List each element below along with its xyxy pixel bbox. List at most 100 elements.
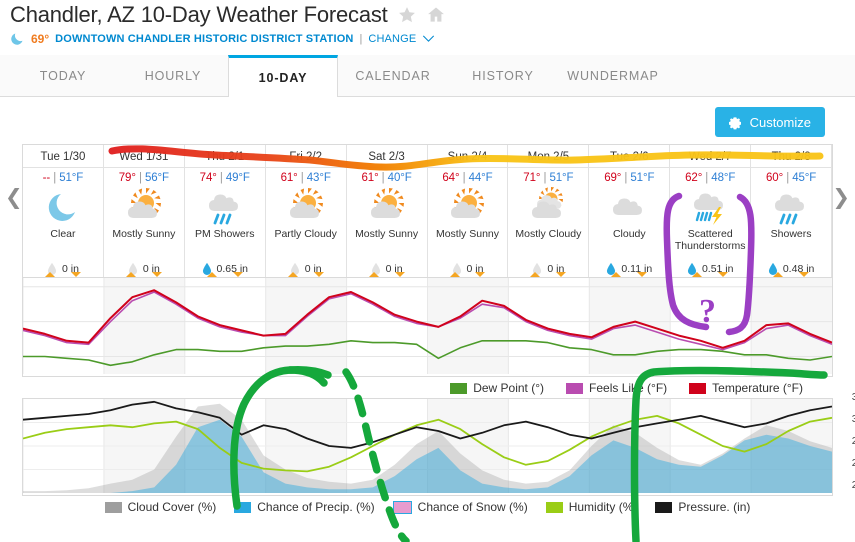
forecast-day-column[interactable]: Wed 2/7 62° | 48°F Scattered Thunderstorms… (670, 145, 752, 277)
tab-bar: TODAY HOURLY 10-DAY CALENDAR HISTORY WUNDERMA… (0, 55, 855, 97)
legend-item[interactable]: Chance of Precip. (%) (234, 500, 375, 514)
forecast-day-name: Sun 2/4 (427, 148, 508, 168)
customize-button[interactable]: Customize (714, 107, 825, 137)
forecast-icon-box (526, 186, 570, 228)
station-name[interactable]: DOWNTOWN CHANDLER HISTORIC DISTRICT STAT… (55, 33, 353, 45)
forecast-day-name: Wed 2/7 (670, 148, 751, 168)
forecast-day-column[interactable]: Thu 2/1 74° | 49°F PM Showers 0.65 in (184, 145, 266, 277)
sun-markers (589, 272, 669, 277)
forecast-high: 61° (280, 172, 298, 184)
forecast-day-column[interactable]: Thu 2/8 60° | 45°F Showers 0.48 in (751, 145, 833, 277)
forecast-day-temps: 60° | 45°F (766, 168, 816, 185)
tab-today[interactable]: TODAY (8, 55, 118, 96)
tab-10-day[interactable]: 10-DAY (228, 55, 338, 97)
change-station-link[interactable]: CHANGE (368, 33, 416, 45)
sunset-marker-icon (151, 272, 162, 277)
legend-swatch (689, 382, 707, 394)
legend-swatch (392, 500, 412, 514)
sunset-marker-icon (313, 272, 324, 277)
thunderstorm-icon (694, 193, 724, 225)
conditions-chart-block: 100% 75% 50% 25% 0% 30.15 30.05 29.95 29… (22, 391, 855, 516)
forecast-icon-box (769, 186, 813, 228)
rain-cloud-icon (775, 194, 805, 225)
legend-item[interactable]: Temperature (°F) (689, 381, 803, 395)
temp-separator: | (783, 172, 793, 184)
legend-item[interactable]: Pressure. (in) (655, 500, 750, 514)
forecast-low: 48°F (711, 172, 736, 184)
forecast-day-column[interactable]: Mon 2/5 71° | 51°F Mostly Cloudy 0 in (508, 145, 590, 277)
star-icon[interactable] (397, 5, 417, 25)
page-header: Chandler, AZ 10-Day Weather Forecast 69°… (0, 0, 855, 46)
sunrise-marker-icon (530, 272, 541, 277)
sun-behind-cloud-icon (532, 187, 564, 218)
moon-clear-icon (48, 194, 75, 221)
sunrise-marker-icon (692, 272, 703, 277)
sun-markers (104, 272, 184, 277)
forecast-icon-box (203, 186, 247, 228)
tab-history[interactable]: HISTORY (448, 55, 558, 96)
tab-wundermap[interactable]: WUNDERMAP (558, 55, 668, 96)
forecast-low: 44°F (468, 172, 493, 184)
tab-label: TODAY (39, 68, 87, 83)
next-days-button[interactable]: ❯ (832, 185, 850, 210)
legend-label: Chance of Precip. (%) (257, 500, 375, 514)
forecast-icon-box (607, 186, 651, 228)
forecast-low: 56°F (144, 172, 169, 184)
tab-hourly[interactable]: HOURLY (118, 55, 228, 96)
legend-item[interactable]: Feels Like (°F) (566, 381, 667, 395)
forecast-day-temps: 69° | 51°F (604, 168, 654, 185)
forecast-day-column[interactable]: Wed 1/31 79° | 56°F Mostly Sunny 0 in (103, 145, 185, 277)
forecast-day-temps: 62° | 48°F (685, 168, 735, 185)
temperature-chart-block: 80 F 60 F 40 F Dew Point (°) Feels Like (… (0, 278, 833, 398)
legend-swatch (104, 501, 122, 513)
sunrise-marker-icon (44, 272, 55, 277)
prev-days-button[interactable]: ❮ (5, 185, 23, 210)
forecast-day-temps: 61° | 40°F (361, 168, 411, 185)
forecast-high: 71° (523, 172, 541, 184)
tab-calendar[interactable]: CALENDAR (338, 55, 448, 96)
forecast-condition: Clear (50, 228, 76, 240)
sunrise-marker-icon (773, 272, 784, 277)
sunset-marker-icon (475, 272, 486, 277)
forecast-day-name: Wed 1/31 (103, 148, 184, 168)
legend-swatch (655, 501, 673, 513)
sun-markers (508, 272, 588, 277)
temp-separator: | (50, 172, 60, 184)
forecast-low: 51°F (549, 172, 574, 184)
conditions-plot (23, 399, 832, 493)
temp-separator: | (459, 172, 469, 184)
forecast-day-column[interactable]: Tue 1/30 -- | 51°F Clear 0 in (23, 145, 104, 277)
forecast-day-name: Tue 2/6 (589, 148, 670, 168)
sunset-marker-icon (556, 272, 567, 277)
sunset-marker-icon (799, 272, 810, 277)
home-icon[interactable] (426, 5, 446, 25)
gear-icon (728, 117, 741, 130)
forecast-day-temps: 64° | 44°F (442, 168, 492, 185)
chevron-down-icon[interactable] (422, 34, 435, 43)
legend-swatch (545, 501, 563, 513)
forecast-condition: Scattered Thunderstorms (674, 228, 746, 252)
forecast-high: 61° (361, 172, 379, 184)
forecast-day-column[interactable]: Sat 2/3 61° | 40°F Mostly Sunny 0 in (346, 145, 428, 277)
forecast-low: 43°F (306, 172, 331, 184)
cloud-icon (613, 198, 643, 215)
customize-label: Customize (749, 114, 811, 130)
temperature-chart: 80 F 60 F 40 F (0, 278, 833, 377)
forecast-day-column[interactable]: Fri 2/2 61° | 43°F Partly Cloudy 0 in (265, 145, 347, 277)
forecast-day-name: Sat 2/3 (346, 148, 427, 168)
legend-item[interactable]: Chance of Snow (%) (392, 500, 528, 514)
sunrise-marker-icon (287, 272, 298, 277)
legend-item[interactable]: Dew Point (°) (450, 381, 544, 395)
forecast-icon-box (41, 186, 85, 228)
legend-item[interactable]: Cloud Cover (%) (104, 500, 216, 514)
forecast-condition: Partly Cloudy (274, 228, 337, 240)
sunrise-marker-icon (125, 272, 136, 277)
forecast-day-column[interactable]: Tue 2/6 69° | 51°F Cloudy 0.11 in (589, 145, 671, 277)
sun-markers (185, 272, 265, 277)
legend-item[interactable]: Humidity (%) (545, 500, 637, 514)
temperature-chart-legend: Dew Point (°) Feels Like (°F) Temperature … (22, 377, 833, 398)
forecast-day-column[interactable]: Sun 2/4 64° | 44°F Mostly Sunny 0 in (427, 145, 509, 277)
legend-label: Dew Point (°) (473, 381, 545, 395)
forecast-icon-box (284, 186, 328, 228)
forecast-icon-box (365, 186, 409, 228)
